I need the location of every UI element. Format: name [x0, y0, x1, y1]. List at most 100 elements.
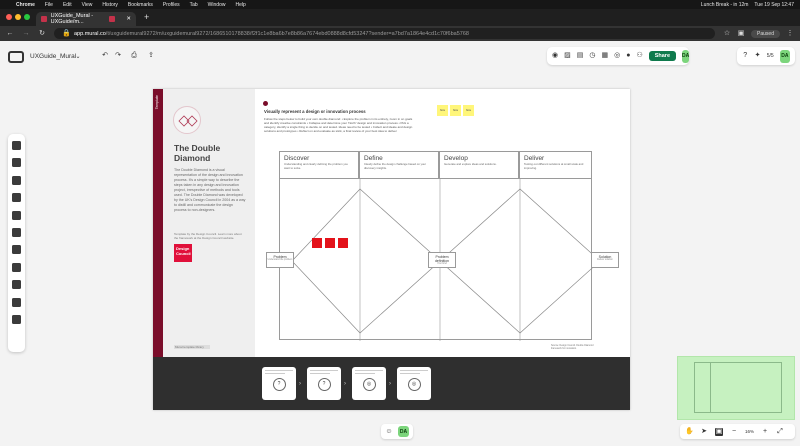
phase-deliver[interactable]: Deliver Testing out different solutions … — [519, 151, 592, 178]
zoom-level[interactable]: 16% — [745, 429, 754, 434]
phase-text: Understanding and clearly defining the p… — [284, 162, 348, 170]
members-icon[interactable]: ⚇ — [636, 52, 642, 60]
node-problem[interactable]: Problem Understand the problem — [266, 252, 294, 268]
step-card[interactable]: ? — [262, 367, 296, 400]
hand-tool-icon[interactable]: ✋ — [685, 428, 694, 436]
address-bar[interactable]: 🔒 app.mural.co/t/uxguidemural9272/m/uxgu… — [54, 28, 716, 39]
shapes-icon[interactable] — [12, 193, 21, 203]
user-avatar[interactable]: DA — [682, 49, 690, 63]
share-button[interactable]: Share — [648, 51, 677, 61]
red-sticky-note[interactable] — [312, 238, 322, 248]
red-sticky-note[interactable] — [338, 238, 348, 248]
draw-icon[interactable] — [12, 280, 21, 290]
title-menu-chevron-icon[interactable]: ⌄ — [74, 53, 82, 61]
browser-toolbar: ← → ↻ 🔒 app.mural.co/t/uxguidemural9272/… — [0, 26, 800, 41]
step-glyph-icon: ? — [317, 377, 331, 391]
timer-value[interactable]: 5/5 — [767, 53, 774, 59]
os-menu-help[interactable]: Help — [235, 2, 245, 8]
undo-icon[interactable]: ↶ — [101, 52, 109, 60]
os-menu-view[interactable]: View — [82, 2, 93, 8]
templates-icon[interactable] — [12, 141, 21, 150]
private-mode-icon[interactable]: ● — [626, 52, 630, 60]
new-tab-button[interactable]: + — [144, 12, 149, 22]
window-minimize-button[interactable] — [15, 14, 21, 20]
table-icon[interactable] — [12, 262, 21, 272]
brand-line2: Council — [176, 250, 191, 256]
profile-paused-button[interactable]: Paused — [751, 29, 780, 38]
phase-define[interactable]: Define Clearly define the design challen… — [359, 151, 439, 178]
mural-logo-icon[interactable] — [8, 51, 24, 63]
zoom-controls: ✋ ➤ ▣ − 16% + ⤢ — [680, 424, 795, 439]
user-avatar-small[interactable]: DA — [779, 49, 790, 63]
node-text: Understand the problem — [267, 259, 293, 261]
zoom-in-icon[interactable]: + — [761, 428, 769, 436]
os-menu-edit[interactable]: Edit — [63, 2, 72, 8]
phase-develop[interactable]: Develop Generate and explore ideas and s… — [439, 151, 519, 178]
red-sticky-note[interactable] — [325, 238, 335, 248]
activity-icon[interactable]: ◉ — [552, 52, 558, 60]
select-tool-icon[interactable]: ➤ — [700, 428, 708, 436]
node-problem-definition[interactable]: Problem definition Your brief — [428, 252, 456, 268]
print-icon[interactable]: ⎙ — [130, 52, 138, 60]
bookmark-star-icon[interactable]: ☆ — [723, 30, 731, 38]
double-diamond-template[interactable]: Template The Double Diamond The Double D… — [153, 89, 630, 410]
os-menu-history[interactable]: History — [102, 2, 118, 8]
mural-title[interactable]: UXGuide_Mural — [30, 53, 76, 60]
phase-text: Generate and explore ideas and solutions… — [444, 162, 497, 166]
os-menu-file[interactable]: File — [45, 2, 53, 8]
fit-screen-icon[interactable]: ⤢ — [776, 428, 784, 436]
summon-icon[interactable]: ◎ — [614, 52, 620, 60]
text-icon[interactable] — [12, 175, 21, 185]
upload-icon[interactable] — [12, 314, 21, 324]
step-card[interactable]: ? — [307, 367, 341, 400]
calendar-status[interactable]: Lunch Break - in 12m — [701, 2, 749, 8]
browser-tab-strip: UXGuide_Mural - UXGuide/m... ✕ + — [0, 9, 800, 26]
sticky-note[interactable]: Note — [463, 105, 474, 116]
images-icon[interactable] — [12, 227, 21, 237]
step-card[interactable]: ◎ — [397, 367, 431, 400]
export-icon[interactable]: ⇪ — [147, 52, 155, 60]
visual-instructions: Follow the steps below to build your own… — [264, 117, 413, 133]
double-diamond-glyph-icon — [178, 115, 198, 127]
bottom-user-avatar[interactable]: DA — [398, 426, 409, 437]
icons-icon[interactable] — [12, 210, 21, 220]
zoom-out-icon[interactable]: − — [730, 428, 738, 436]
reaction-emoji-icon[interactable]: ☺ — [385, 428, 393, 436]
voting-icon[interactable]: ▦ — [601, 52, 608, 60]
browser-menu-icon[interactable]: ⋮ — [786, 30, 794, 38]
os-menu-bookmarks[interactable]: Bookmarks — [128, 2, 153, 8]
browser-tab-second[interactable] — [104, 12, 138, 26]
image-icon[interactable]: ▨ — [564, 52, 571, 60]
node-solution[interactable]: Solution Deliver solution — [591, 252, 619, 268]
node-text: Deliver solution — [597, 259, 613, 261]
step-card[interactable]: ◎ — [352, 367, 386, 400]
phase-discover[interactable]: Discover Understanding and clearly defin… — [279, 151, 359, 178]
minimap[interactable] — [677, 356, 795, 420]
window-zoom-button[interactable] — [24, 14, 30, 20]
os-clock[interactable]: Tue 19 Sep 12:47 — [754, 2, 794, 8]
window-close-button[interactable] — [6, 14, 12, 20]
frameworks-icon[interactable] — [12, 297, 21, 307]
collab-toolbar: ◉ ▨ ▤ ◷ ▦ ◎ ● ⚇ Share DA — [547, 47, 690, 65]
diagram-icon[interactable] — [12, 245, 21, 255]
help-icon[interactable]: ? — [742, 52, 748, 60]
os-menu-window[interactable]: Window — [208, 2, 226, 8]
os-menu-profiles[interactable]: Profiles — [163, 2, 180, 8]
sticky-note-icon[interactable] — [12, 158, 21, 168]
sticky-note[interactable]: Note — [437, 105, 448, 116]
visual-heading: Visually represent a design or innovatio… — [264, 109, 366, 114]
outline-icon[interactable]: ▤ — [577, 52, 584, 60]
step-arrow-icon: › — [299, 381, 301, 387]
sticky-note[interactable]: Note — [450, 105, 461, 116]
phase-name: Develop — [444, 155, 468, 162]
extensions-icon[interactable]: ▣ — [737, 30, 745, 38]
celebrate-icon[interactable]: ✦ — [754, 52, 761, 60]
timer-icon[interactable]: ◷ — [589, 52, 595, 60]
redo-icon[interactable]: ↷ — [114, 52, 122, 60]
minimap-toggle-icon[interactable]: ▣ — [715, 427, 723, 436]
back-icon[interactable]: ← — [6, 30, 14, 38]
reload-icon[interactable]: ↻ — [38, 30, 46, 38]
forward-icon[interactable]: → — [22, 30, 30, 38]
os-app-name[interactable]: Chrome — [16, 2, 35, 8]
os-menu-tab[interactable]: Tab — [190, 2, 198, 8]
